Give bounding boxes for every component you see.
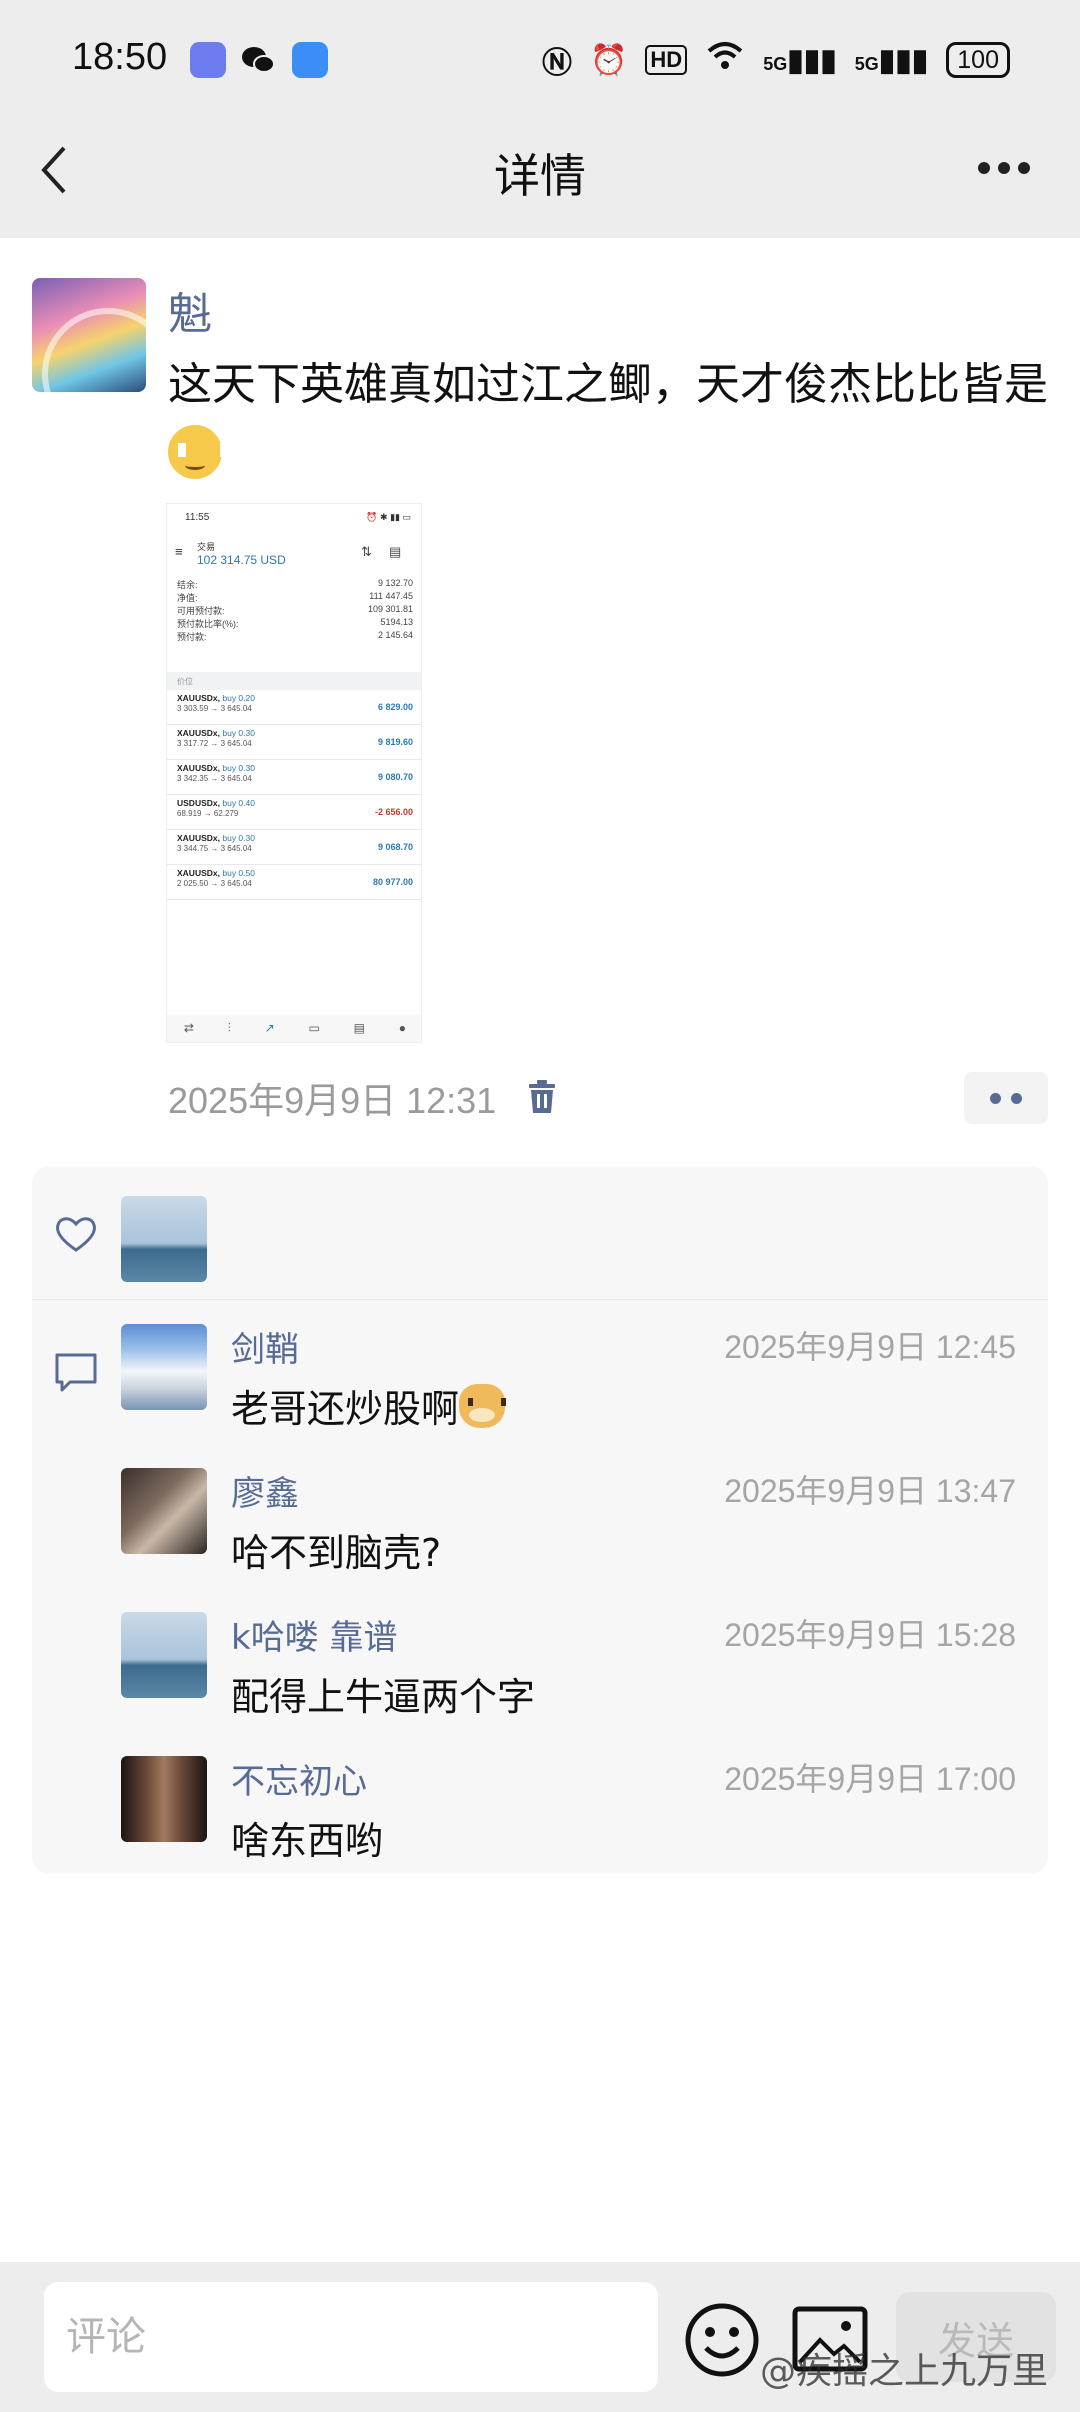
comment-text: 哈不到脑壳?	[231, 1531, 442, 1575]
image-nav-icon: ▤	[353, 1021, 365, 1035]
interaction-panel: 剑鞘 2025年9月9日 12:45 老哥还炒股啊 廖鑫 2025年9月9日 1…	[32, 1166, 1048, 1874]
status-icons: Ⓝ ⏰ HD 5G▮▮▮ 5G▮▮▮ 100	[542, 38, 1010, 82]
commenter-avatar[interactable]	[121, 1612, 207, 1698]
post-author-avatar[interactable]	[32, 278, 146, 392]
image-bottom-nav: ⇄ ⫶ ↗ ▭ ▤ ●	[167, 1014, 421, 1042]
liker-avatar[interactable]	[121, 1196, 207, 1282]
image-doc-icon: ▤	[389, 544, 402, 559]
image-nav-icon: ●	[398, 1021, 407, 1035]
wechat-notification-icon	[240, 42, 276, 78]
more-dot-icon	[1018, 162, 1030, 174]
trade-row: XAUUSDx, buy 0.30 3 317.72 → 3 645.04 9 …	[167, 725, 421, 760]
image-nav-icon: ↗	[264, 1021, 275, 1035]
alarm-icon: ⏰	[590, 43, 628, 77]
commenter-name[interactable]: 剑鞘	[231, 1322, 299, 1371]
grinning-emoji-icon	[168, 425, 228, 479]
heart-icon	[56, 1217, 96, 1252]
comment-time: 2025年9月9日 12:45	[724, 1329, 1016, 1365]
image-status-time: 11:55	[185, 512, 210, 523]
comment-bubble-icon	[55, 1353, 97, 1392]
comment-item[interactable]: 不忘初心 2025年9月9日 17:00 啥东西哟	[121, 1756, 1031, 1876]
summary-row: 结余: 9 132.70	[177, 578, 413, 590]
comment-item[interactable]: 剑鞘 2025年9月9日 12:45 老哥还炒股啊	[121, 1324, 1031, 1444]
emoji-icon[interactable]	[684, 2302, 760, 2378]
image-balance: 102 314.75 USD	[197, 553, 286, 567]
nfc-icon: Ⓝ	[542, 47, 573, 80]
summary-row: 可用预付款: 109 301.81	[177, 604, 413, 616]
status-time: 18:50	[72, 36, 168, 78]
image-summary: 结余: 9 132.70 净值: 111 447.45 可用预付款: 109 301.…	[177, 578, 413, 643]
watermark-text: @疾摇之上九万里	[760, 2351, 1049, 2392]
comment-text: 配得上牛逼两个字	[231, 1675, 536, 1719]
comment-item[interactable]: 廖鑫 2025年9月9日 13:47 哈不到脑壳?	[121, 1468, 1031, 1588]
app-notification-icon	[190, 42, 226, 78]
comment-text: 老哥还炒股啊	[231, 1378, 507, 1433]
comment-time: 2025年9月9日 17:00	[724, 1761, 1016, 1797]
commenter-name[interactable]: 廖鑫	[231, 1466, 299, 1515]
doge-emoji-icon	[459, 1384, 507, 1428]
image-sort-icon: ⇅	[361, 544, 372, 559]
trade-row: XAUUSDx, buy 0.50 2 025.50 → 3 645.04 80…	[167, 865, 421, 900]
commenter-name[interactable]: k哈喽 靠谱	[231, 1610, 398, 1659]
top-bar: 18:50 Ⓝ ⏰ HD 5G▮▮▮ 5G▮▮▮ 100 详情	[0, 0, 1080, 238]
dot-icon	[1011, 1092, 1022, 1104]
image-menu-icon: ≡	[175, 544, 183, 559]
comment-time: 2025年9月9日 13:47	[724, 1473, 1016, 1509]
trade-row: USDUSDx, buy 0.40 68.919 → 62.279 -2 656…	[167, 795, 421, 830]
comment-bar: 发送 @疾摇之上九万里	[0, 2262, 1080, 2412]
message-notification-icon	[292, 42, 328, 78]
post-image[interactable]: 11:55 ⏰ ✱ ▮▮ ▭ ≡ 交易 102 314.75 USD ⇅ ▤ 结…	[166, 503, 422, 1043]
post-text-content: 这天下英雄真如过江之鲫，天才俊杰比比皆是	[168, 359, 1048, 410]
image-section-header: 价位	[167, 672, 421, 690]
commenter-name[interactable]: 不忘初心	[231, 1754, 367, 1803]
commenter-avatar[interactable]	[121, 1468, 207, 1554]
delete-trash-icon[interactable]	[528, 1080, 556, 1114]
image-trade-list: XAUUSDx, buy 0.20 3 303.59 → 3 645.04 6 …	[167, 690, 421, 900]
signal-icon-1: 5G▮▮▮	[763, 43, 837, 77]
post-author-name[interactable]: 魁	[168, 278, 212, 342]
image-nav-icon: ⫶	[227, 1020, 231, 1035]
wifi-icon	[705, 41, 745, 79]
comment-text: 啥东西哟	[231, 1819, 384, 1863]
image-nav-icon: ▭	[308, 1021, 320, 1035]
summary-row: 预付款: 2 145.64	[177, 630, 413, 642]
image-account-label: 交易	[197, 542, 216, 552]
like-comment-menu-button[interactable]	[964, 1072, 1048, 1124]
post-timestamp: 2025年9月9日 12:31	[168, 1080, 497, 1121]
page-title: 详情	[494, 149, 586, 203]
summary-row: 净值: 111 447.45	[177, 591, 413, 603]
hd-icon: HD	[645, 45, 688, 75]
commenter-avatar[interactable]	[121, 1756, 207, 1842]
image-nav-icon: ⇄	[183, 1021, 194, 1035]
dot-icon	[990, 1092, 1001, 1104]
comment-item[interactable]: k哈喽 靠谱 2025年9月9日 15:28 配得上牛逼两个字	[121, 1612, 1031, 1732]
comment-time: 2025年9月9日 15:28	[724, 1617, 1016, 1653]
likes-row	[32, 1166, 1048, 1300]
image-status-icons: ⏰ ✱ ▮▮ ▭	[366, 512, 411, 522]
more-dot-icon	[998, 162, 1010, 174]
more-dot-icon	[978, 162, 990, 174]
signal-icon-2: 5G▮▮▮	[854, 43, 929, 77]
summary-row: 预付款比率(%): 5194.13	[177, 617, 413, 629]
trade-row: XAUUSDx, buy 0.30 3 342.35 → 3 645.04 9 …	[167, 760, 421, 795]
commenter-avatar[interactable]	[121, 1324, 207, 1410]
trade-row: XAUUSDx, buy 0.20 3 303.59 → 3 645.04 6 …	[167, 690, 421, 725]
battery-indicator: 100	[946, 42, 1010, 78]
more-options-button[interactable]	[978, 162, 1030, 178]
trade-row: XAUUSDx, buy 0.30 3 344.75 → 3 645.04 9 …	[167, 830, 421, 865]
comment-input[interactable]	[44, 2282, 658, 2392]
post-text: 这天下英雄真如过江之鲫，天才俊杰比比皆是	[168, 350, 1048, 490]
